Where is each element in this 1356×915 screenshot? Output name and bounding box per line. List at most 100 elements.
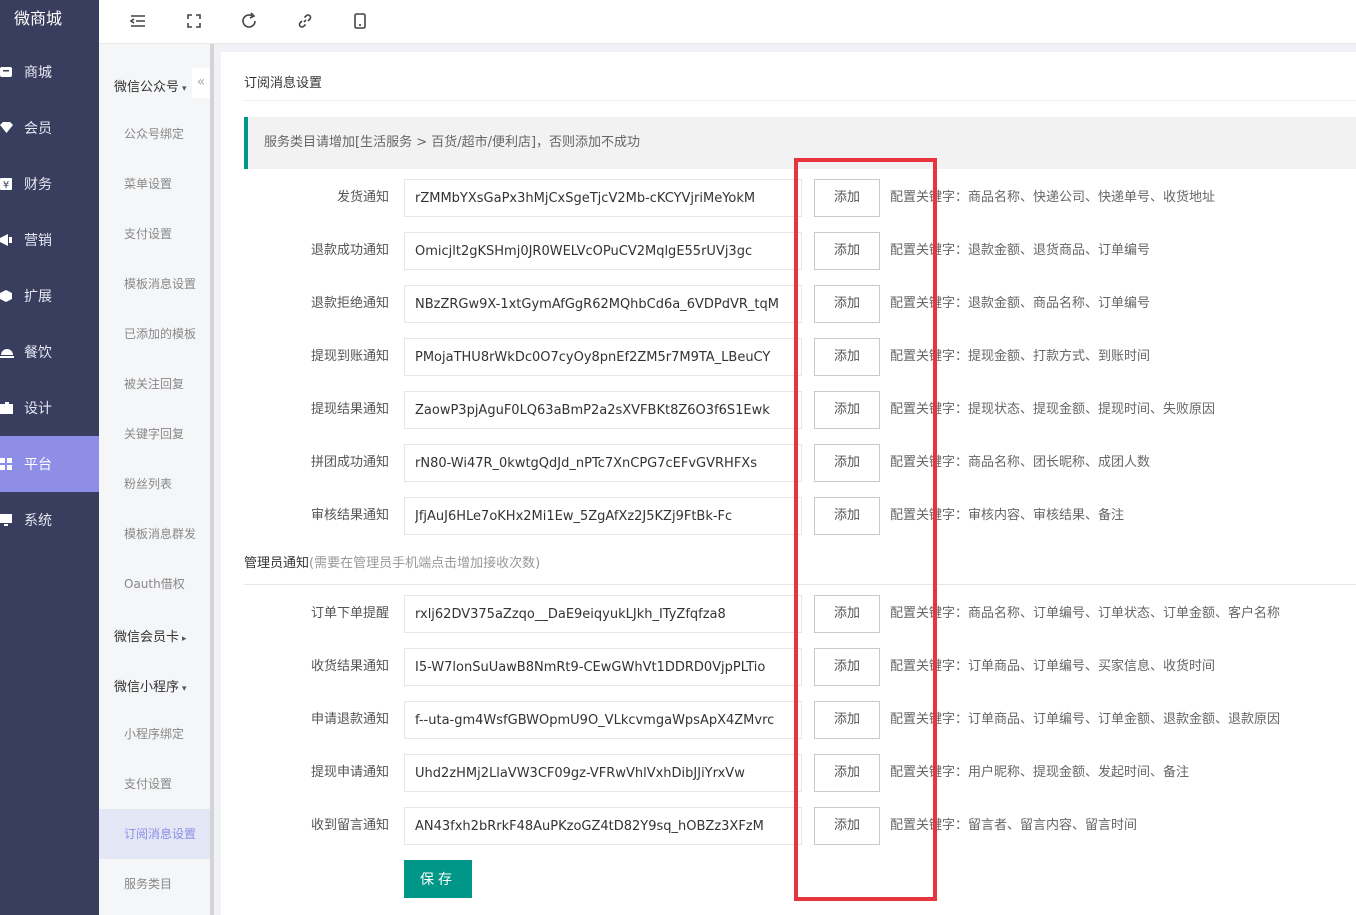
shop-icon <box>0 67 12 77</box>
nav-item-member[interactable]: 会员 <box>0 100 99 156</box>
submenu-item[interactable]: Oauth借权 <box>99 559 210 609</box>
main-panel: 订阅消息设置 服务类目请增加[生活服务 > 百货/超市/便利店]，否则添加不成功… <box>221 52 1356 915</box>
add-template-button[interactable]: 添加 <box>814 179 880 217</box>
template-id-input[interactable] <box>404 807 802 845</box>
nav-item-label: 设计 <box>24 401 52 417</box>
submenu-group-wechat-official[interactable]: 微信公众号 ▾ <box>114 76 187 95</box>
brand-logo[interactable]: 微商城 <box>0 0 99 44</box>
nav-item-label: 商城 <box>24 65 52 81</box>
keywords-hint: 配置关键字：留言者、留言内容、留言时间 <box>890 818 1138 833</box>
save-button[interactable]: 保存 <box>404 860 472 898</box>
nav-item-system[interactable]: 系统 <box>0 492 99 548</box>
caret-right-icon: ▸ <box>182 634 187 644</box>
nav-item-label: 平台 <box>24 457 52 473</box>
submenu-item[interactable]: 被关注回复 <box>99 359 210 409</box>
admin-notify-row: 收货结果通知 添加 配置关键字：订单商品、订单编号、买家信息、收货时间 <box>221 648 1356 686</box>
submenu-item[interactable]: 模板消息设置 <box>99 259 210 309</box>
nav-item-marketing[interactable]: 营销 <box>0 212 99 268</box>
field-label: 提现结果通知 <box>310 402 389 417</box>
keywords-hint: 配置关键字：审核内容、审核结果、备注 <box>890 508 1125 523</box>
add-template-button[interactable]: 添加 <box>814 232 880 270</box>
divider <box>244 100 1356 101</box>
caret-down-icon: ▾ <box>182 84 187 94</box>
notify-row: 提现到账通知 添加 配置关键字：提现金额、打款方式、到账时间 <box>221 338 1356 376</box>
nav-item-label: 营销 <box>24 233 52 249</box>
page-title: 订阅消息设置 <box>244 76 323 91</box>
field-label: 申请退款通知 <box>310 712 389 727</box>
submenu-item[interactable]: 已添加的模板 <box>99 309 210 359</box>
collapse-submenu-icon[interactable]: « <box>192 68 210 98</box>
mobile-icon[interactable] <box>351 12 369 30</box>
system-icon <box>0 514 12 526</box>
nav-item-design[interactable]: 设计 <box>0 380 99 436</box>
keywords-hint: 配置关键字：提现状态、提现金额、提现时间、失败原因 <box>890 402 1216 417</box>
submenu-item[interactable]: 关键字回复 <box>99 409 210 459</box>
nav-item-label: 财务 <box>24 177 52 193</box>
add-template-button[interactable]: 添加 <box>814 754 880 792</box>
add-template-button[interactable]: 添加 <box>814 497 880 535</box>
field-label: 发货通知 <box>336 190 389 205</box>
nav-item-label: 系统 <box>24 513 52 529</box>
field-label: 审核结果通知 <box>310 508 389 523</box>
notify-row: 拼团成功通知 添加 配置关键字：商品名称、团长昵称、成团人数 <box>221 444 1356 482</box>
nav-item-finance[interactable]: ¥ 财务 <box>0 156 99 212</box>
menu-fold-icon[interactable] <box>129 12 147 30</box>
caret-down-icon: ▾ <box>182 684 187 694</box>
template-id-input[interactable] <box>404 595 802 633</box>
alert-notice: 服务类目请增加[生活服务 > 百货/超市/便利店]，否则添加不成功 <box>244 117 1356 169</box>
submenu-scrollbar[interactable] <box>210 44 214 915</box>
submenu-item[interactable]: 小程序绑定 <box>99 709 210 759</box>
add-template-button[interactable]: 添加 <box>814 285 880 323</box>
notify-row: 提现结果通知 添加 配置关键字：提现状态、提现金额、提现时间、失败原因 <box>221 391 1356 429</box>
template-id-input[interactable] <box>404 391 802 429</box>
keywords-hint: 配置关键字：商品名称、订单编号、订单状态、订单金额、客户名称 <box>890 606 1281 621</box>
submenu-item[interactable]: 支付设置 <box>99 759 210 809</box>
nav-item-shop[interactable]: 商城 <box>0 44 99 100</box>
submenu-item[interactable]: 菜单设置 <box>99 159 210 209</box>
admin-section-title: 管理员通知(需要在管理员手机端点击增加接收次数) <box>244 556 541 571</box>
platform-submenu: 微信公众号 ▾ 公众号绑定 菜单设置 支付设置 模板消息设置 已添加的模板 被关注… <box>99 44 210 915</box>
add-template-button[interactable]: 添加 <box>814 444 880 482</box>
submenu-group-wechat-card[interactable]: 微信会员卡 ▸ <box>114 626 187 645</box>
field-label: 收到留言通知 <box>310 818 389 833</box>
notify-row: 退款成功通知 添加 配置关键字：退款金额、退货商品、订单编号 <box>221 232 1356 270</box>
fullscreen-icon[interactable] <box>185 12 203 30</box>
keywords-hint: 配置关键字：订单商品、订单编号、订单金额、退款金额、退款原因 <box>890 712 1281 727</box>
nav-item-label: 会员 <box>24 121 52 137</box>
submenu-group-miniprogram[interactable]: 微信小程序 ▾ <box>114 676 187 695</box>
field-label: 订单下单提醒 <box>310 606 389 621</box>
add-template-button[interactable]: 添加 <box>814 807 880 845</box>
add-template-button[interactable]: 添加 <box>814 648 880 686</box>
template-id-input[interactable] <box>404 338 802 376</box>
notify-row: 审核结果通知 添加 配置关键字：审核内容、审核结果、备注 <box>221 497 1356 535</box>
field-label: 拼团成功通知 <box>310 455 389 470</box>
submenu-item[interactable]: 粉丝列表 <box>99 459 210 509</box>
submenu-item-active[interactable]: 订阅消息设置 <box>99 809 210 859</box>
nav-item-label: 扩展 <box>24 289 52 305</box>
field-label: 退款拒绝通知 <box>310 296 389 311</box>
template-id-input[interactable] <box>404 232 802 270</box>
template-id-input[interactable] <box>404 754 802 792</box>
template-id-input[interactable] <box>404 179 802 217</box>
finance-icon: ¥ <box>0 178 12 190</box>
field-label: 提现申请通知 <box>310 765 389 780</box>
nav-item-extension[interactable]: 扩展 <box>0 268 99 324</box>
add-template-button[interactable]: 添加 <box>814 701 880 739</box>
link-icon[interactable] <box>296 12 314 30</box>
template-id-input[interactable] <box>404 497 802 535</box>
template-id-input[interactable] <box>404 648 802 686</box>
refresh-icon[interactable] <box>240 12 258 30</box>
submenu-item[interactable]: 公众号绑定 <box>99 109 210 159</box>
notify-row: 发货通知 添加 配置关键字：商品名称、快递公司、快递单号、收货地址 <box>221 179 1356 217</box>
template-id-input[interactable] <box>404 444 802 482</box>
nav-item-catering[interactable]: 餐饮 <box>0 324 99 380</box>
add-template-button[interactable]: 添加 <box>814 391 880 429</box>
nav-item-platform[interactable]: 平台 <box>0 436 99 492</box>
template-id-input[interactable] <box>404 701 802 739</box>
add-template-button[interactable]: 添加 <box>814 338 880 376</box>
submenu-item[interactable]: 支付设置 <box>99 209 210 259</box>
submenu-item[interactable]: 模板消息群发 <box>99 509 210 559</box>
template-id-input[interactable] <box>404 285 802 323</box>
submenu-item[interactable]: 服务类目 <box>99 859 210 909</box>
add-template-button[interactable]: 添加 <box>814 595 880 633</box>
